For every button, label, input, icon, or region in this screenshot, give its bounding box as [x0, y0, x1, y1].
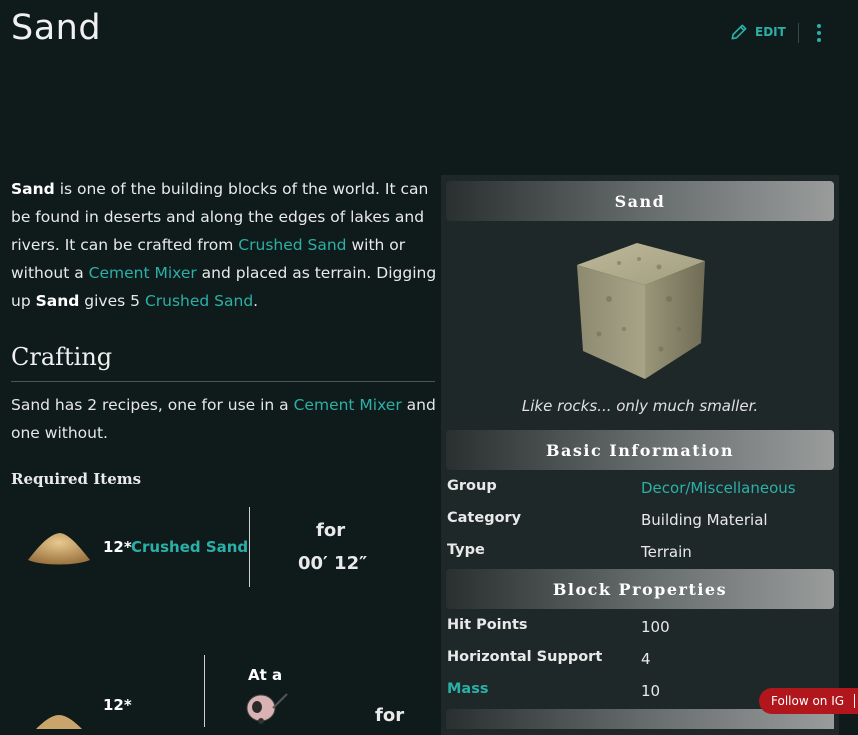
- row-value-mass: 10: [641, 682, 661, 700]
- image-caption: Like rocks... only much smaller.: [521, 397, 759, 415]
- block-properties-header: Block Properties: [446, 569, 834, 609]
- infobox-title: Sand: [446, 181, 834, 221]
- cement-mixer-icon: [246, 693, 288, 724]
- row-label-mass[interactable]: Mass: [447, 681, 488, 697]
- recipe-divider: [249, 507, 250, 587]
- pencil-icon: [731, 24, 747, 40]
- intro-bold-sand: Sand: [35, 292, 80, 310]
- row-value-horizontal-support: 4: [641, 650, 651, 668]
- crushed-sand-icon: [28, 533, 90, 565]
- intro-text: .: [253, 292, 259, 310]
- row-label-group: Group: [447, 478, 497, 494]
- follow-label: Follow on IG: [771, 694, 845, 708]
- row-value-category: Building Material: [641, 511, 768, 529]
- recipe1-for-label: for: [316, 520, 346, 541]
- page-title: Sand: [11, 8, 102, 48]
- follow-separator: [854, 694, 856, 708]
- crafting-text: Sand has 2 recipes, one for use in a: [11, 396, 294, 414]
- intro-paragraph: Sand is one of the building blocks of th…: [11, 175, 441, 315]
- recipe1-quantity: 12*: [103, 538, 132, 556]
- row-value-hit-points: 100: [641, 618, 670, 636]
- infobox: Sand Like rocks... only much smaller. Ba…: [441, 175, 839, 735]
- required-items-label: Required Items: [11, 470, 142, 488]
- link-cement-mixer[interactable]: Cement Mixer: [89, 264, 197, 282]
- recipe1-time: 00′ 12″: [298, 553, 368, 574]
- crafting-heading: Crafting: [11, 343, 113, 371]
- intro-text: gives 5: [79, 292, 145, 310]
- recipe2-for-label: for: [375, 705, 405, 726]
- row-value-group[interactable]: Decor/Miscellaneous: [641, 479, 796, 497]
- link-crushed-sand[interactable]: Crushed Sand: [131, 538, 248, 556]
- link-cement-mixer[interactable]: Cement Mixer: [294, 396, 402, 414]
- edit-button[interactable]: EDIT: [729, 22, 786, 42]
- edit-label: EDIT: [755, 25, 786, 39]
- recipe-divider: [204, 655, 205, 727]
- row-label-hit-points: Hit Points: [447, 617, 528, 633]
- toolbar-divider: [798, 23, 799, 43]
- recipe2-quantity: 12*: [103, 696, 132, 714]
- heading-rule: [11, 381, 435, 382]
- recipe2-at-label: At a: [248, 666, 283, 684]
- intro-bold-sand: Sand: [11, 180, 55, 198]
- more-options-icon[interactable]: [810, 22, 828, 44]
- sand-block-image: [577, 243, 705, 379]
- basic-information-header: Basic Information: [446, 430, 834, 470]
- row-label-category: Category: [447, 510, 522, 526]
- row-label-horizontal-support: Horizontal Support: [447, 649, 603, 665]
- link-crushed-sand[interactable]: Crushed Sand: [238, 236, 346, 254]
- follow-on-ig-button[interactable]: Follow on IG: [759, 688, 858, 714]
- row-label-type: Type: [447, 542, 485, 558]
- link-crushed-sand[interactable]: Crushed Sand: [145, 292, 253, 310]
- crafting-paragraph: Sand has 2 recipes, one for use in a Cem…: [11, 391, 441, 447]
- row-value-type: Terrain: [641, 543, 692, 561]
